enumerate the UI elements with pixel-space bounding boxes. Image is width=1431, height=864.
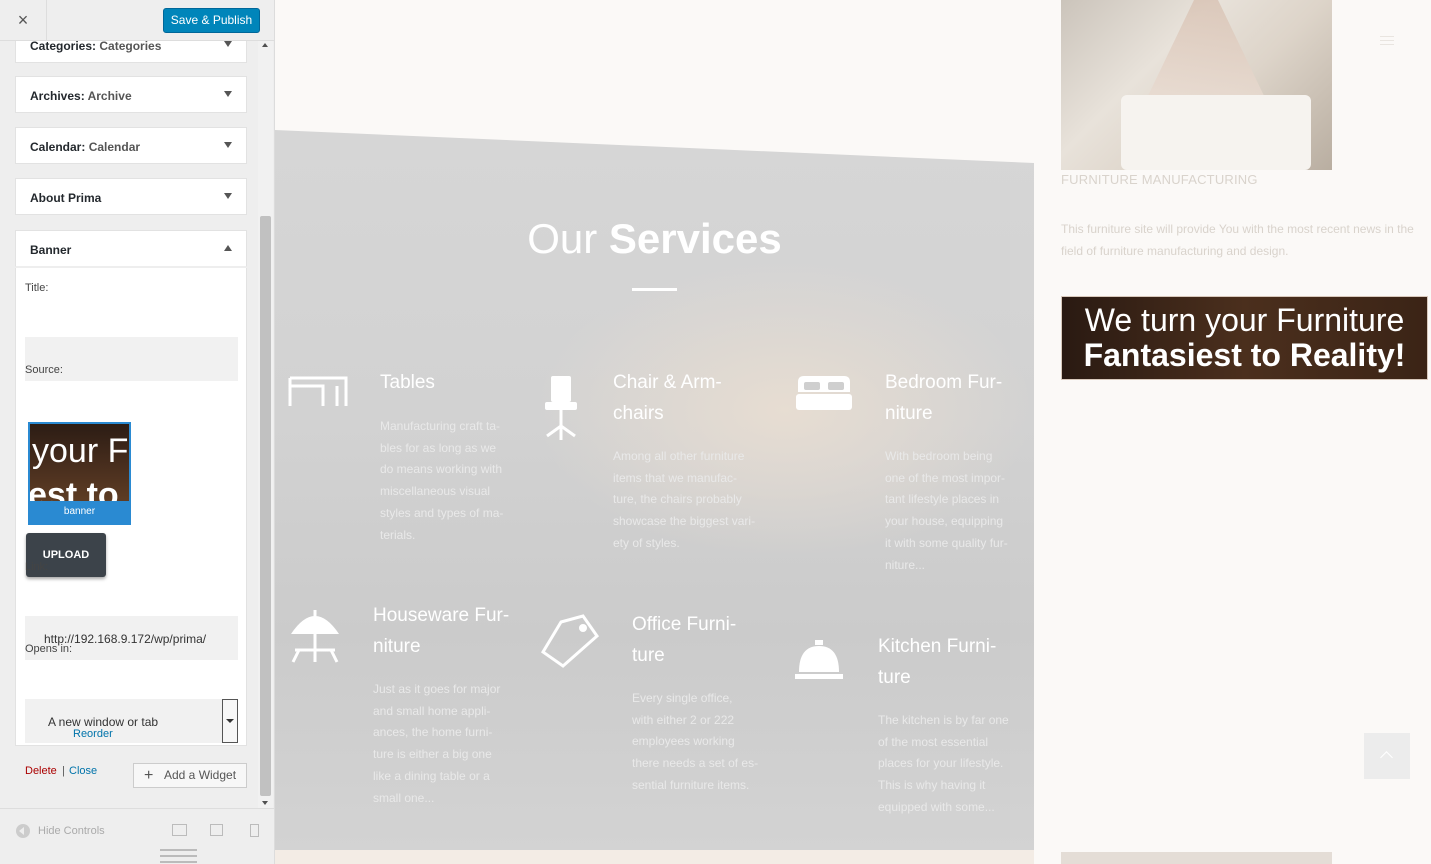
chevron-up-icon[interactable] <box>224 245 232 251</box>
table-icon <box>288 376 348 406</box>
widget-banner[interactable]: Banner <box>15 230 247 267</box>
service-title: Tables <box>380 372 435 393</box>
thumbnail-caption: banner <box>30 501 129 523</box>
widget-list: Categories: Categories Archives: Archive… <box>0 40 274 808</box>
services-heading: Our Services <box>527 215 782 262</box>
widget-archives[interactable]: Archives: Archive <box>15 76 247 113</box>
service-text: Every single office, with either 2 or 222… <box>632 691 759 792</box>
chevron-down-icon[interactable] <box>224 193 232 199</box>
promo-banner[interactable]: We turn your Furniture Fantasiest to Rea… <box>1061 296 1428 380</box>
widget-calendar[interactable]: Calendar: Calendar <box>15 127 247 164</box>
reorder-link[interactable]: Reorder <box>73 728 113 740</box>
widget-subtitle: Calendar <box>88 140 141 154</box>
widget-title: Banner <box>30 243 72 257</box>
service-text: The kitchen is by far one of the most ess… <box>878 713 1009 814</box>
drag-handle-icon[interactable] <box>160 849 197 864</box>
menu-icon[interactable] <box>1380 36 1394 48</box>
desktop-preview-icon[interactable] <box>172 824 187 836</box>
link-label: Link: <box>25 561 49 573</box>
chevron-down-icon[interactable] <box>224 142 232 148</box>
widget-subtitle: Archive <box>87 89 132 103</box>
service-text: Just as it goes for major and small home … <box>373 682 501 805</box>
chevron-down-icon[interactable] <box>224 91 232 97</box>
bedroom-photo <box>1061 0 1332 170</box>
sidebar-description: This furniture site will provide You wit… <box>1061 222 1414 258</box>
link-separator: | <box>62 765 65 777</box>
banner-thumbnail[interactable]: your F est to banner <box>28 422 131 525</box>
chair-icon <box>545 376 577 440</box>
services-section: Our Services Tables Manufacturing craft … <box>275 130 1034 850</box>
service-title: Bedroom Fur-niture <box>885 372 1003 424</box>
sidebar-scrollbar[interactable] <box>258 40 273 808</box>
service-text: Manufacturing craft ta-bles for as long … <box>380 419 504 542</box>
save-publish-button[interactable]: Save & Publish <box>163 8 260 33</box>
heading-underline <box>632 288 677 291</box>
opens-in-value: A new window or tab <box>48 715 159 729</box>
banner-widget-form: Title: Source: your F est to banner UPLO… <box>15 268 247 777</box>
widget-title: Categories <box>30 40 93 53</box>
close-icon: × <box>17 9 29 30</box>
sidebar-caption: FURNITURE MANUFACTURING <box>1061 172 1258 187</box>
customizer-header: × Save & Publish <box>0 0 274 41</box>
service-text: With bedroom being one of the most impor-… <box>885 449 1008 572</box>
title-label: Title: <box>25 282 49 294</box>
add-widget-button[interactable]: + Add a Widget <box>133 763 247 788</box>
service-title: Office Furni-ture <box>632 614 737 666</box>
next-section-peek <box>275 850 1034 864</box>
close-customizer-button[interactable]: × <box>0 0 47 40</box>
dropdown-arrow-icon[interactable] <box>222 699 238 743</box>
tablet-preview-icon[interactable] <box>210 824 223 836</box>
hide-controls-button[interactable]: Hide Controls <box>16 824 105 838</box>
mobile-preview-icon[interactable] <box>250 824 259 837</box>
scrollbar-thumb[interactable] <box>260 216 271 796</box>
scroll-down-icon[interactable] <box>262 801 268 805</box>
banner-line-2: Fantasiest to Reality! <box>1083 337 1406 373</box>
widget-subtitle: Categories <box>99 40 162 53</box>
delete-link[interactable]: Delete <box>25 765 57 777</box>
site-preview: Our Services Tables Manufacturing craft … <box>275 0 1431 864</box>
chevron-down-icon[interactable] <box>224 41 232 47</box>
opens-in-select[interactable]: A new window or tab <box>25 699 238 743</box>
bell-icon <box>795 640 843 679</box>
close-link[interactable]: Close <box>69 765 97 777</box>
customizer-sidebar: × Save & Publish Categories: Categories … <box>0 0 275 864</box>
widget-categories[interactable]: Categories: Categories <box>15 40 247 63</box>
next-photo-peek <box>1061 852 1332 864</box>
collapse-icon <box>16 824 30 838</box>
thumbnail-text: your F <box>32 432 129 470</box>
umbrella-icon <box>291 610 339 663</box>
source-label: Source: <box>25 364 63 376</box>
service-text: Among all other furniture items that we m… <box>613 449 756 550</box>
banner-line-1: We turn your Furniture <box>1084 302 1405 338</box>
tag-icon <box>540 614 599 668</box>
service-title: Kitchen Furni-ture <box>878 636 997 688</box>
customizer-footer: Hide Controls <box>0 808 274 864</box>
back-to-top-button[interactable] <box>1364 733 1410 779</box>
bed-icon <box>796 376 852 410</box>
widget-about-prima[interactable]: About Prima <box>15 178 247 215</box>
scroll-up-icon[interactable] <box>262 43 268 47</box>
service-title: Chair & Arm-chairs <box>613 372 722 424</box>
widget-title: Calendar <box>30 140 82 154</box>
opens-in-label: Opens in: <box>25 643 73 655</box>
hide-controls-label: Hide Controls <box>38 824 105 837</box>
plus-icon: + <box>144 767 154 784</box>
widget-title: About Prima <box>30 191 102 205</box>
widget-title: Archives <box>30 89 81 103</box>
service-title: Houseware Fur-niture <box>373 605 510 657</box>
add-widget-label: Add a Widget <box>164 768 237 782</box>
